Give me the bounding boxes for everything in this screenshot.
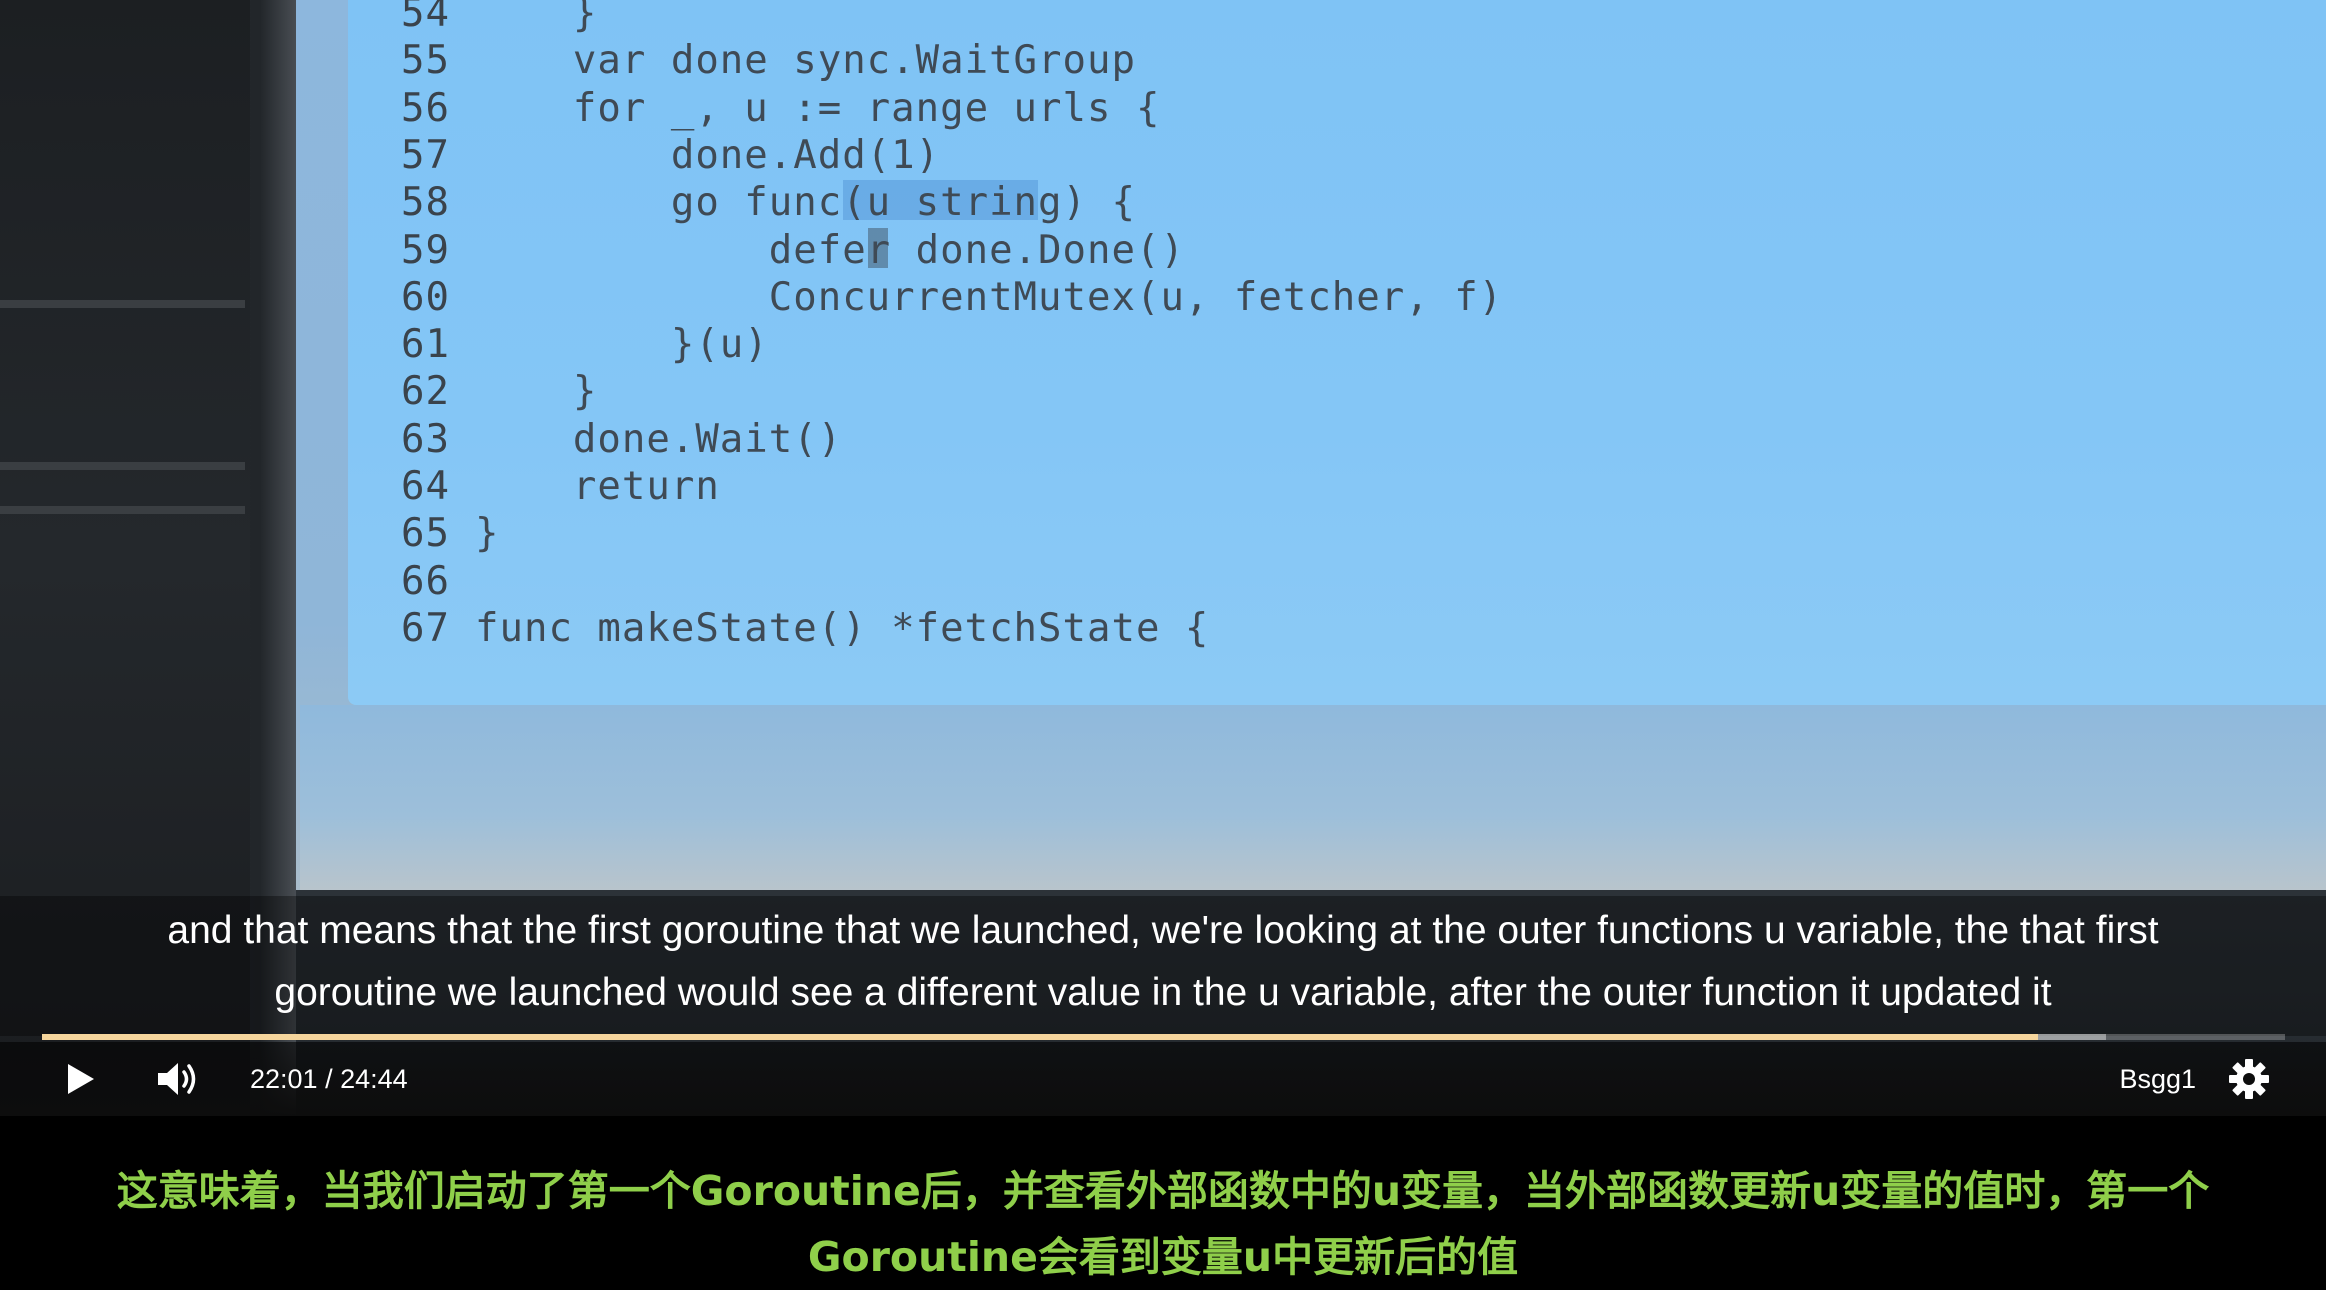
code-text: }	[475, 511, 500, 557]
video-frame[interactable]: 54 } 55 var done sync.WaitGroup 56 for _, …	[0, 0, 2326, 1116]
line-number: 54	[401, 0, 450, 36]
code-line: 55 var done sync.WaitGroup	[380, 37, 1136, 84]
line-number: 63	[401, 416, 450, 462]
english-subtitle-line: goroutine we launched would see a differ…	[274, 971, 2052, 1014]
line-number: 57	[401, 132, 450, 178]
code-line: 56 for _, u := range urls {	[380, 85, 1160, 132]
play-icon	[68, 1064, 94, 1094]
line-number: 64	[401, 464, 450, 509]
code-text: var done sync.WaitGroup	[475, 38, 1136, 84]
current-time: 22:01	[250, 1064, 318, 1094]
line-number: 66	[401, 558, 450, 604]
code-line: 65}	[380, 510, 499, 557]
play-button[interactable]	[64, 1062, 96, 1096]
progress-bar[interactable]	[42, 1034, 2285, 1040]
code-line: 62 }	[380, 368, 597, 415]
code-text: func makeState() *fetchState {	[475, 605, 1210, 651]
code-text: done.Wait()	[475, 416, 843, 462]
code-text: for _, u := range urls {	[475, 85, 1161, 131]
code-line: 63 done.Wait()	[380, 416, 842, 463]
line-number: 58	[401, 180, 450, 226]
settings-button[interactable]	[2228, 1058, 2270, 1100]
gear-icon	[2229, 1059, 2269, 1099]
code-text: go func(u string) {	[475, 180, 1136, 226]
chinese-subtitle-line: 这意味着，当我们启动了第一个Goroutine后，并查看外部函数中的u变量，当外…	[116, 1167, 2210, 1215]
progress-played	[42, 1034, 2039, 1040]
line-number: 67	[401, 605, 450, 651]
duration: 24:44	[340, 1064, 408, 1094]
line-number: 56	[401, 85, 450, 131]
volume-icon	[158, 1063, 196, 1095]
code-line: 57 done.Add(1)	[380, 132, 940, 179]
player-controls: 22:01 / 24:44 Bsgg1	[0, 1042, 2326, 1116]
english-subtitle: and that means that the first goroutine …	[0, 900, 2326, 1024]
code-line: 54 }	[380, 0, 597, 37]
code-text: return	[475, 464, 720, 509]
time-separator: /	[325, 1064, 333, 1094]
code-line: 66	[380, 558, 475, 605]
code-line: 58 go func(u string) {	[380, 179, 1136, 226]
code-text: }	[475, 0, 598, 36]
english-subtitle-line: and that means that the first goroutine …	[167, 909, 2159, 952]
user-label: Bsgg1	[2119, 1064, 2196, 1094]
code-line: 60 ConcurrentMutex(u, fetcher, f)	[380, 274, 1503, 321]
line-number: 65	[401, 511, 450, 557]
line-number: 62	[401, 369, 450, 415]
line-number: 60	[401, 274, 450, 320]
line-number: 55	[401, 38, 450, 84]
chinese-subtitle-line: Goroutine会看到变量u中更新后的值	[807, 1233, 1519, 1281]
volume-button[interactable]	[156, 1060, 202, 1098]
code-text: done.Add(1)	[475, 132, 941, 178]
code-text: defer done.Done()	[475, 227, 1185, 273]
projector-screen-lower	[300, 705, 2326, 890]
code-line: 67 func makeState() *fetchState {	[380, 605, 1209, 652]
code-text: }(u)	[475, 322, 769, 368]
code-text: ConcurrentMutex(u, fetcher, f)	[475, 274, 1504, 320]
line-number: 61	[401, 322, 450, 368]
code-line: 61 }(u)	[380, 321, 769, 368]
code-line: 59 defer done.Done()	[380, 227, 1185, 274]
line-number: 59	[401, 227, 450, 273]
code-text: }	[475, 369, 598, 415]
code-line: 64 return	[380, 463, 720, 510]
chinese-subtitle: 这意味着，当我们启动了第一个Goroutine后，并查看外部函数中的u变量，当外…	[0, 1158, 2326, 1290]
time-display: 22:01 / 24:44	[250, 1062, 408, 1096]
